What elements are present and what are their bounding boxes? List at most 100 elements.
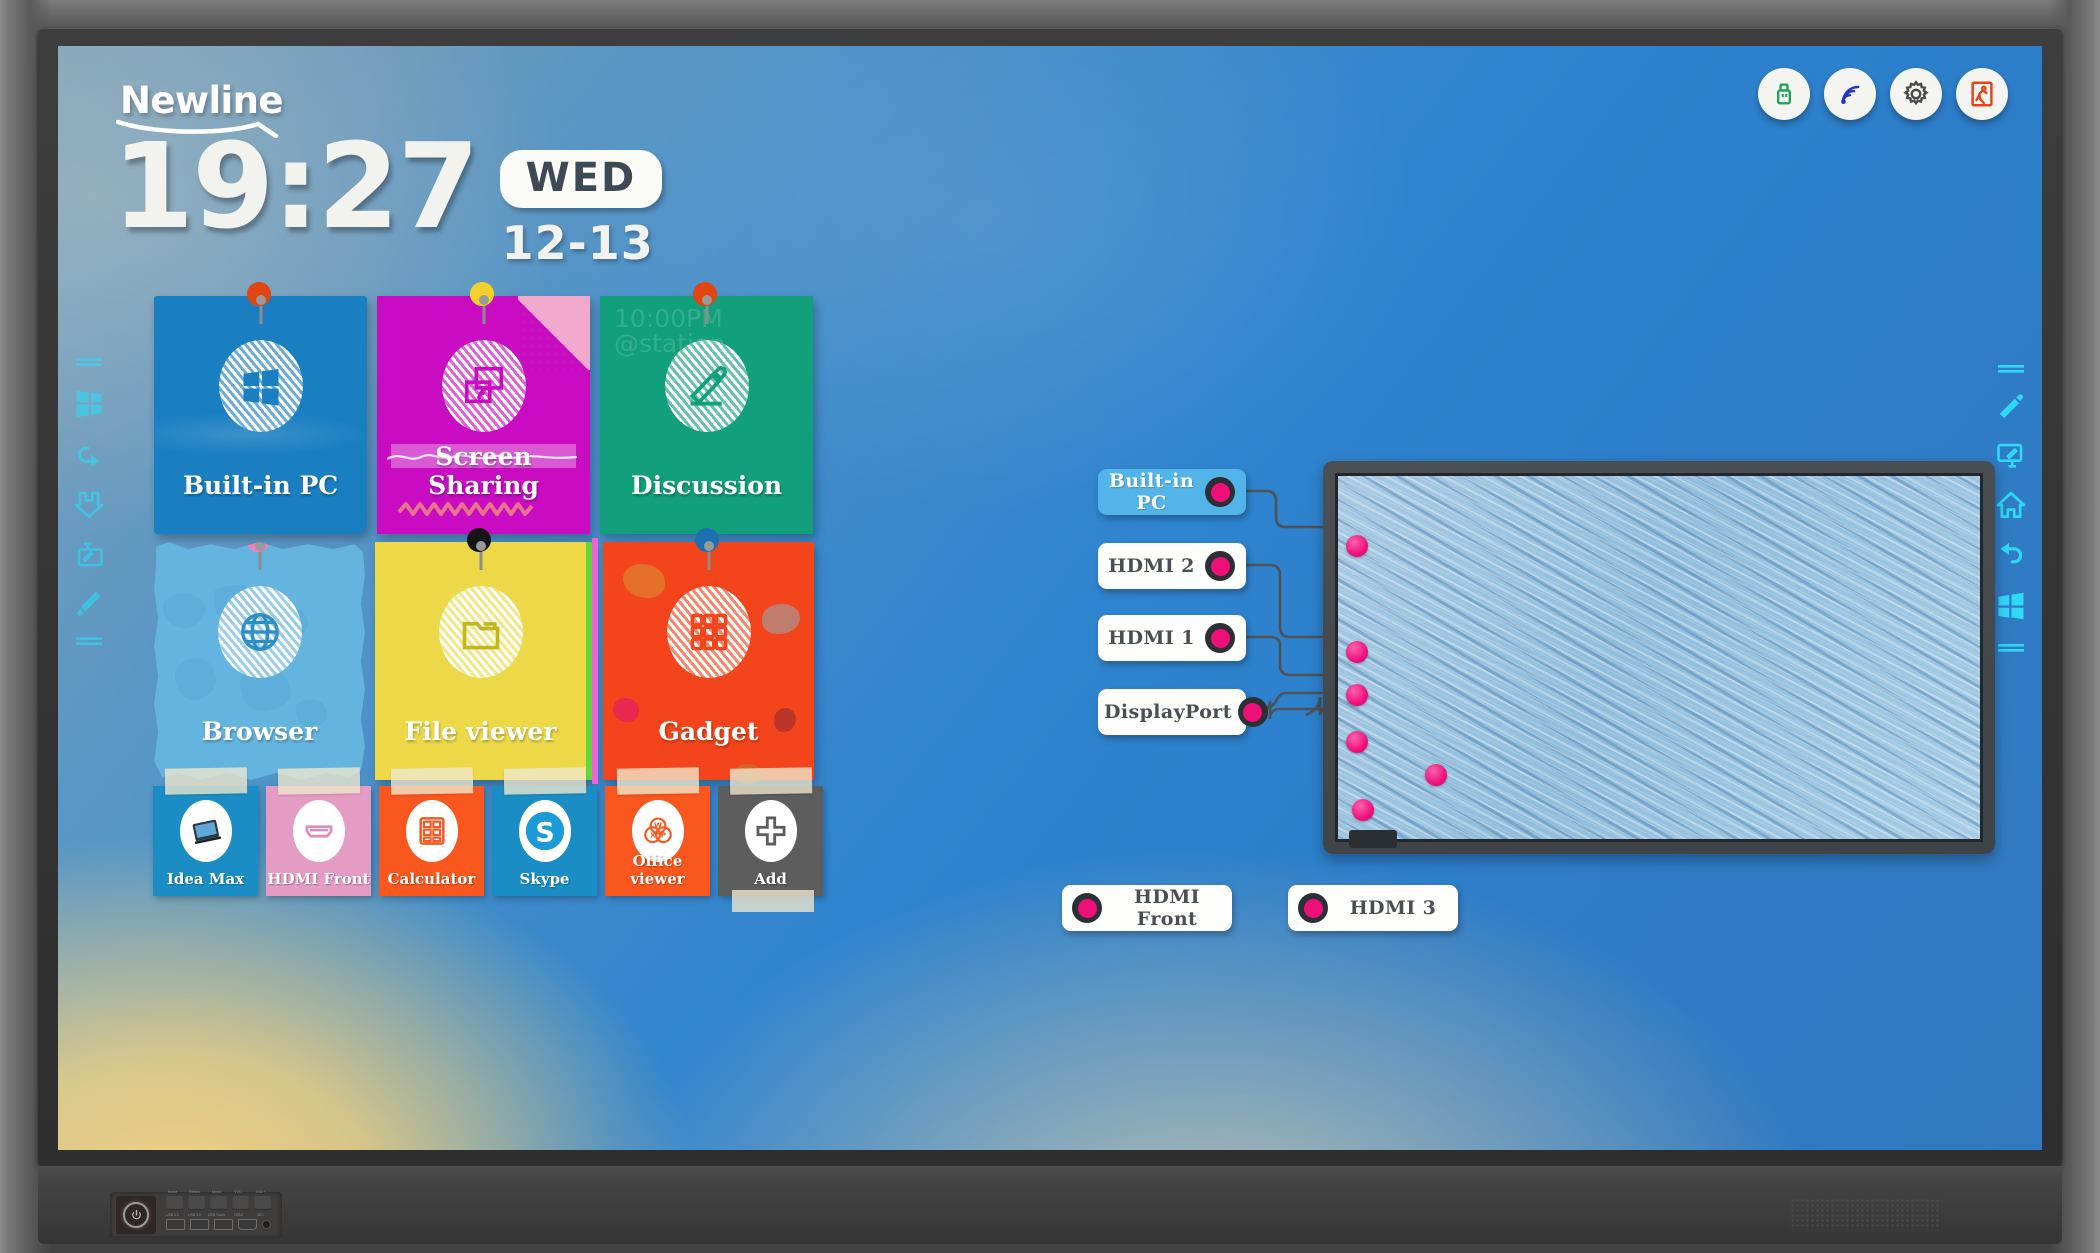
usb-icon[interactable] [1758,68,1810,120]
connector-jack-icon [1205,623,1235,653]
hw-label: Menu [212,1190,221,1194]
menu-handle-icon[interactable] [76,358,102,370]
tile-built-in-pc[interactable]: Built-in PC [154,282,367,534]
source-hdmi-2[interactable]: HDMI 2 [1098,543,1246,589]
pushpin-icon [466,528,491,570]
source-label: DisplayPort [1104,701,1232,723]
menu-handle-icon[interactable] [76,637,102,649]
hardware-strip [38,1166,2062,1244]
tile-row-2: Browser File viewer Gadget [154,528,814,784]
pushpin-icon [469,282,494,324]
left-toolbar [72,358,106,649]
home-icon[interactable] [1996,490,2026,520]
home-icon[interactable] [74,490,104,520]
tile-label: Gadget [658,717,759,746]
svg-text:X: X [650,831,656,840]
back-icon[interactable] [74,440,104,470]
connector-jack-icon [1072,893,1102,923]
tile-file-viewer[interactable]: File viewer [375,528,598,784]
hw-button-return[interactable] [188,1196,205,1210]
dock-label: Skype [519,870,570,888]
screen-cast-icon [441,340,526,432]
display-chassis: Newline 19:27 WED 12-13 Built-in PC Scre… [0,0,2100,1253]
pushpin-icon [694,528,719,570]
hardware-button-labels: Home Return Menu VOL- VOL+ [164,1190,269,1194]
pen-icon[interactable] [74,590,104,620]
pushpin-icon [246,282,271,324]
svg-text:W: W [654,821,662,830]
port-label: USB Touch [208,1213,225,1217]
source-label: Built-in PC [1108,470,1195,514]
pen-icon[interactable] [1996,390,2026,420]
zigzag-underline [397,502,534,516]
tile-screen-sharing[interactable]: Screen Sharing [377,282,590,534]
display-foot [1349,830,1397,848]
hw-button-vol-down[interactable] [232,1196,249,1210]
wifi-icon[interactable] [1824,68,1876,120]
hw-button-menu[interactable] [210,1196,227,1210]
apps-windows-icon[interactable] [1996,590,2026,620]
port-jack-displayport [1346,731,1368,753]
hw-button-home[interactable] [166,1196,183,1210]
usb-port [190,1219,209,1230]
clock-widget: 19:27 WED 12-13 [112,127,663,270]
connector-jack-icon [1205,477,1235,507]
power-icon [123,1202,149,1228]
annotate-screen-icon[interactable] [1996,440,2026,470]
tape-strip [729,767,813,795]
source-built-in-pc[interactable]: Built-in PC [1098,469,1246,515]
apps-windows-icon[interactable] [74,390,104,420]
tile-gadget[interactable]: Gadget [603,528,814,784]
source-hdmi-front[interactable]: HDMI Front [1062,885,1232,931]
back-icon[interactable] [1996,540,2026,570]
connector-jack-icon [1237,697,1268,727]
source-hdmi-1[interactable]: HDMI 1 [1098,615,1246,661]
tile-browser[interactable]: Browser [154,542,365,780]
tile-label: File viewer [404,717,557,746]
hw-label: Home [167,1190,178,1194]
dock-item-skype[interactable]: S Skype [492,767,597,896]
calculator-icon [405,800,458,862]
clock-date-group: WED 12-13 [499,150,663,270]
hw-label: VOL+ [255,1190,266,1194]
dock-item-hdmi-front[interactable]: HDMI Front [266,767,371,896]
source-label: HDMI 3 [1349,897,1437,919]
source-label: HDMI Front [1134,886,1200,930]
grid-apps-icon [666,586,751,678]
port-label: HDMI [234,1213,243,1217]
date-text: 12-13 [502,216,663,270]
menu-handle-icon[interactable] [1998,361,2024,373]
dock-item-calculator[interactable]: Calculator [379,767,484,896]
tape-strip [164,767,248,795]
annotate-screen-icon[interactable] [74,540,104,570]
whiteboard-icon [179,800,232,862]
tape-strip [732,890,814,912]
display-illustration [1323,461,1995,854]
weekday-badge: WED [499,150,663,208]
source-hdmi-3[interactable]: HDMI 3 [1288,885,1458,931]
tape-strip [503,767,587,795]
port-jack-hdmi-2 [1346,641,1368,663]
dock-item-office-viewer[interactable]: WXP Office viewer [605,767,710,896]
port-label: MIC [257,1213,264,1217]
plus-icon [744,800,797,862]
usb-port [166,1219,185,1230]
svg-text:P: P [660,831,665,840]
exit-icon[interactable] [1956,68,2008,120]
hdmi-port-icon [292,800,345,862]
globe-icon [217,586,302,678]
settings-gear-icon[interactable] [1890,68,1942,120]
dock-item-idea-max[interactable]: Idea Max [153,767,258,896]
hw-button-vol-up[interactable] [254,1196,271,1210]
tile-discussion[interactable]: 10:00PM @station Discussion [600,282,813,534]
menu-handle-icon[interactable] [1998,640,2024,652]
power-button[interactable] [116,1196,156,1234]
source-displayport[interactable]: DisplayPort [1098,689,1268,735]
hdmi-port [238,1219,257,1230]
connector-jack-icon [1205,551,1235,581]
dock-item-add[interactable]: Add [718,767,823,912]
tile-label: Discussion [630,471,783,500]
status-icon-tray [1758,68,2008,120]
dock-label: Idea Max [166,870,245,888]
pushpin-icon [692,282,717,324]
